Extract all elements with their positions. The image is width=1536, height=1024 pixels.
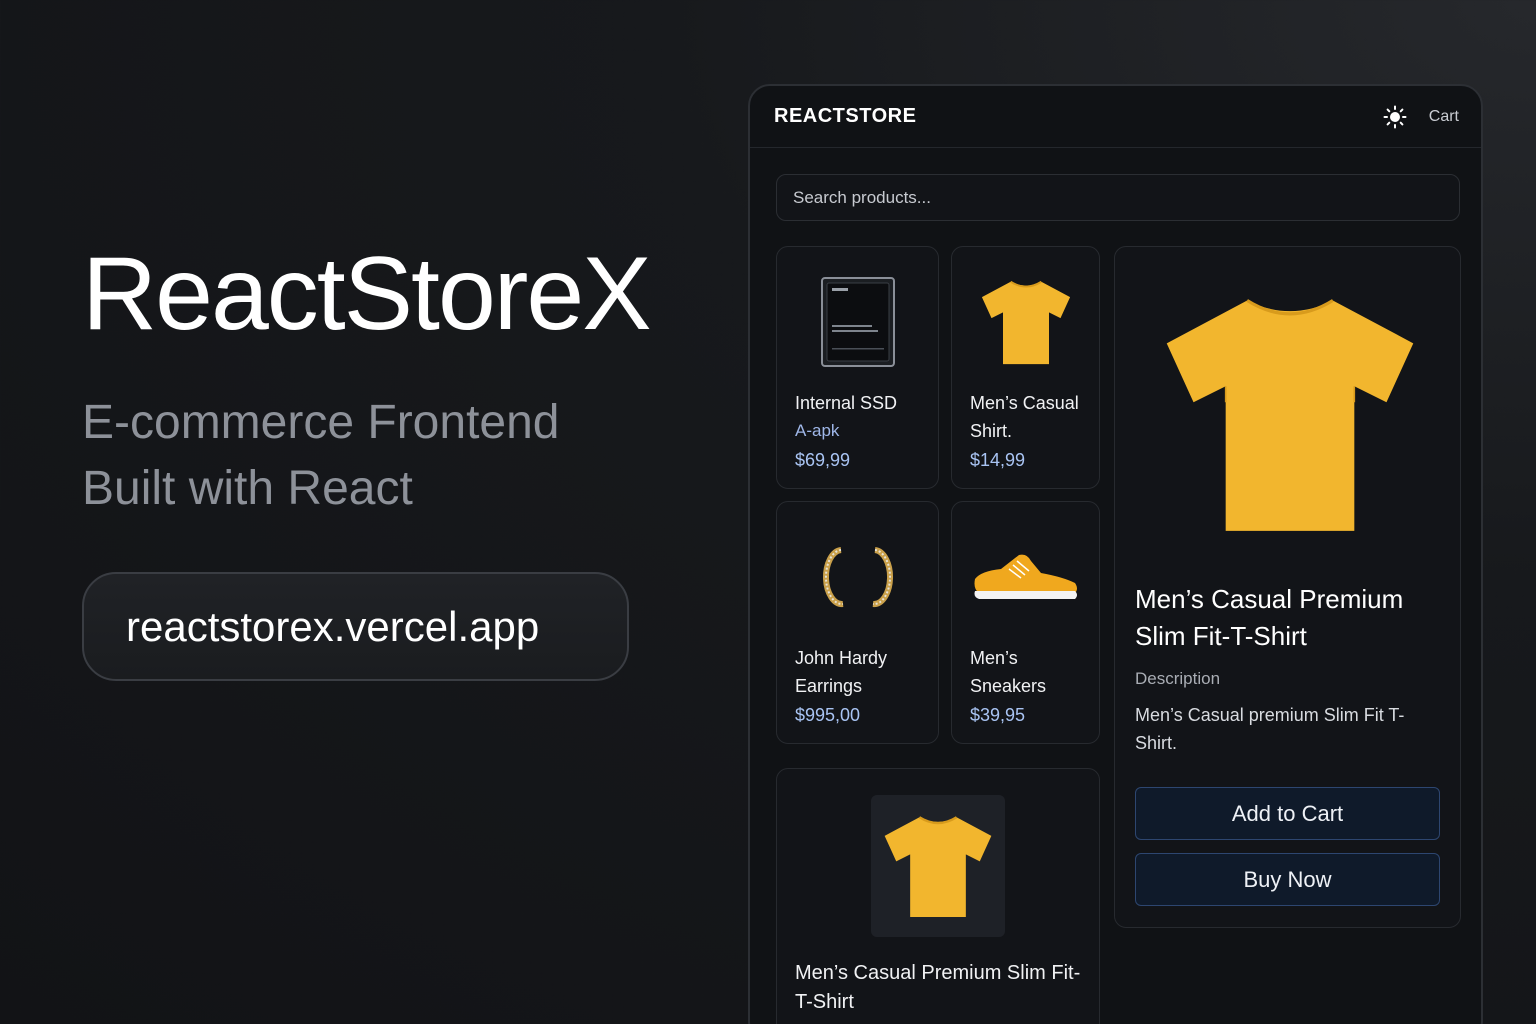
add-to-cart-button[interactable]: Add to Cart	[1135, 787, 1440, 840]
product-name-text: Internal SSD	[795, 393, 898, 413]
cart-link[interactable]: Cart	[1429, 108, 1459, 126]
product-card-premium-tshirt[interactable]: Men’s Casual Premium Slim Fit-T-Shirt	[776, 768, 1100, 1024]
product-card-casual-shirt[interactable]: Men’s Casual Shirt. $14,99	[951, 246, 1100, 489]
store-header: REACTSTORE Cart	[750, 86, 1481, 148]
product-thumb	[777, 267, 938, 377]
product-price: $14,99	[970, 450, 1026, 470]
detail-image	[1155, 273, 1425, 553]
tshirt-icon	[981, 280, 1070, 365]
url-text: reactstorex.vercel.app	[126, 602, 540, 650]
store-window: REACTSTORE Cart Search products... Inter…	[748, 84, 1483, 1024]
product-name: Men’s Casual Premium Slim Fit-T-Shirt	[795, 962, 1081, 1013]
header-actions: Cart	[1383, 105, 1459, 129]
product-name: Men’s Sneakers	[970, 648, 1047, 696]
product-thumb	[952, 267, 1099, 377]
product-detail-panel: Men’s Casual Premium Slim Fit-T-Shirt De…	[1114, 246, 1461, 928]
sun-icon[interactable]	[1383, 105, 1407, 129]
product-thumb	[777, 795, 1099, 937]
tshirt-icon	[1166, 299, 1414, 531]
description-label: Description	[1135, 669, 1221, 688]
ssd-icon	[820, 277, 895, 367]
product-name: Men’s Casual Shirt.	[970, 393, 1079, 441]
detail-description: Men’s Casual premium Slim Fit T-Shirt.	[1135, 705, 1405, 753]
hero-subtitle-line-1: E-commerce Frontend	[82, 396, 560, 449]
product-price: $69,99	[795, 450, 851, 470]
hero-title: ReactStoreX	[82, 236, 652, 352]
hero-subtitle-line-2: Built with React	[82, 462, 413, 515]
product-name: John Hardy Earrings	[795, 648, 888, 696]
buy-now-button[interactable]: Buy Now	[1135, 853, 1440, 906]
product-card-ssd[interactable]: Internal SSD A-apk $69,99	[776, 246, 939, 489]
product-thumb-bg	[871, 795, 1005, 937]
product-card-earrings[interactable]: John Hardy Earrings $995,00	[776, 501, 939, 744]
earrings-icon	[822, 547, 893, 608]
store-brand[interactable]: REACTSTORE	[774, 105, 916, 128]
tshirt-icon	[884, 816, 992, 918]
search-input[interactable]	[776, 174, 1460, 221]
sneaker-icon	[974, 554, 1077, 599]
product-price: $995,00	[795, 705, 861, 725]
product-card-sneakers[interactable]: Men’s Sneakers $39,95	[951, 501, 1100, 744]
product-name: Internal SSD A-apk	[795, 389, 930, 445]
product-subtitle: A-apk	[795, 421, 840, 440]
hero-subtitle: E-commerce Frontend Built with React	[82, 390, 702, 522]
url-pill[interactable]: reactstorex.vercel.app	[82, 572, 629, 681]
product-thumb	[952, 522, 1099, 632]
product-thumb	[777, 522, 938, 632]
product-price: $39,95	[970, 705, 1026, 725]
detail-title: Men’s Casual Premium Slim Fit-T-Shirt	[1135, 584, 1404, 651]
